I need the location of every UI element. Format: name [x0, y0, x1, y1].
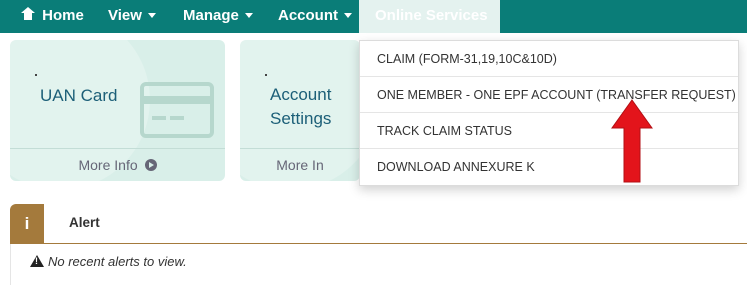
nav-account-label: Account: [278, 7, 338, 24]
nav-home-label: Home: [42, 7, 84, 24]
uan-card-tile[interactable]: UAN Card More Info: [10, 40, 225, 181]
account-settings-more-info[interactable]: More In: [240, 148, 360, 181]
chevron-circle-right-icon: [144, 159, 157, 171]
alert-title: Alert: [69, 215, 100, 230]
alert-header: i Alert: [10, 204, 747, 244]
id-card-icon: [140, 82, 214, 138]
nav-view[interactable]: View: [108, 0, 156, 33]
nav-account[interactable]: Account: [278, 0, 352, 33]
info-icon: i: [10, 204, 44, 244]
menu-item-download-annexure-k[interactable]: DOWNLOAD ANNEXURE K: [360, 149, 738, 185]
nav-manage-label: Manage: [183, 7, 239, 24]
nav-online-services-label: Online Services: [375, 7, 488, 24]
nav-online-services[interactable]: Online Services: [359, 0, 500, 49]
alert-message: No recent alerts to view.: [30, 254, 187, 269]
account-settings-title: Account Settings: [270, 85, 332, 128]
caret-down-icon: [244, 13, 253, 18]
uan-card-more-info[interactable]: More Info: [10, 148, 225, 181]
nav-manage[interactable]: Manage: [183, 0, 253, 33]
more-info-label: More In: [276, 157, 324, 173]
menu-item-track-claim-status[interactable]: TRACK CLAIM STATUS: [360, 113, 738, 149]
menu-item-transfer-request[interactable]: ONE MEMBER - ONE EPF ACCOUNT (TRANSFER R…: [360, 77, 738, 113]
caret-down-icon: [147, 13, 156, 18]
alert-message-text: No recent alerts to view.: [48, 254, 187, 269]
uan-card-title: UAN Card: [40, 86, 118, 105]
account-settings-tile[interactable]: Account Settings More In: [240, 40, 360, 181]
online-services-dropdown: CLAIM (FORM-31,19,10C&10D) ONE MEMBER - …: [359, 40, 739, 186]
nav-home[interactable]: Home: [21, 0, 84, 33]
alert-panel: i Alert No recent alerts to view.: [10, 204, 747, 285]
warning-icon: [30, 255, 44, 267]
top-navbar: Home View Manage Account Online Services: [0, 0, 747, 49]
caret-down-icon: [344, 13, 352, 18]
nav-view-label: View: [108, 7, 142, 24]
menu-item-claim[interactable]: CLAIM (FORM-31,19,10C&10D): [360, 41, 738, 77]
red-arrow-annotation: [611, 99, 653, 183]
more-info-label: More Info: [78, 157, 138, 173]
home-icon: [21, 7, 35, 21]
